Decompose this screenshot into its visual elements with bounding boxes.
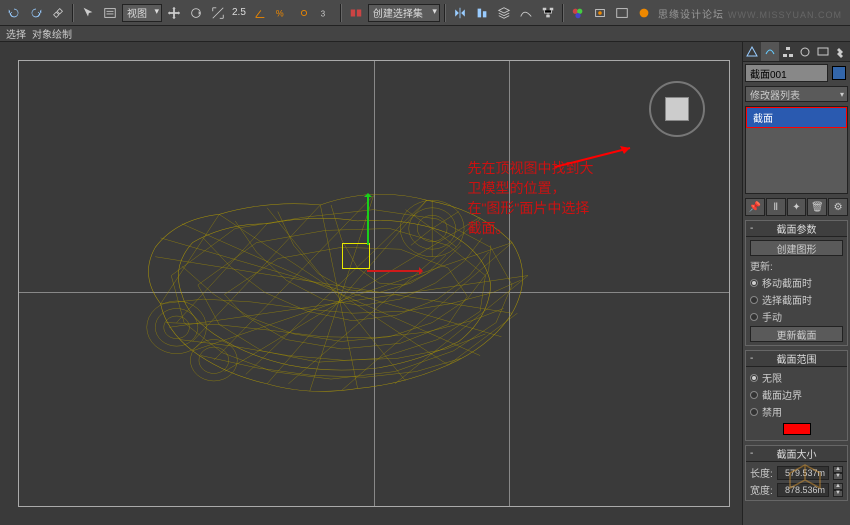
gizmo-y-axis[interactable]	[367, 195, 369, 245]
svg-text:%: %	[276, 8, 284, 18]
svg-text:3: 3	[321, 9, 326, 18]
rollout-header[interactable]: 截面参数	[746, 221, 847, 237]
spin-up-icon[interactable]: ▲	[833, 483, 843, 490]
viewport-top[interactable]	[18, 60, 730, 507]
select-name-icon[interactable]	[100, 3, 120, 23]
section-gizmo-rect[interactable]	[342, 243, 370, 269]
radio-on-select[interactable]: 选择截面时	[750, 292, 843, 307]
spin-up-icon[interactable]: ▲	[833, 466, 843, 473]
align-icon[interactable]	[472, 3, 492, 23]
selection-set-dropdown[interactable]: 创建选择集	[368, 4, 440, 22]
radio-manual[interactable]: 手动	[750, 309, 843, 324]
gizmo-x-axis[interactable]	[367, 270, 421, 272]
move-icon[interactable]	[164, 3, 184, 23]
create-shape-button[interactable]: 创建图形	[750, 240, 843, 256]
modifier-list-dropdown[interactable]: 修改器列表	[745, 86, 848, 102]
render-icon[interactable]	[634, 3, 654, 23]
show-end-icon[interactable]: Ⅱ	[766, 198, 786, 216]
object-name-field[interactable]: 截面001	[745, 64, 828, 82]
tab-modify[interactable]	[761, 42, 779, 61]
tab-create[interactable]	[743, 42, 761, 61]
subbar-select[interactable]: 选择	[6, 26, 26, 41]
stack-buttons: 📌 Ⅱ ✦ 🗑 ⚙	[745, 198, 848, 216]
radio-on-move[interactable]: 移动截面时	[750, 275, 843, 290]
pin-stack-icon[interactable]: 📌	[745, 198, 765, 216]
snap-toggle-icon[interactable]	[294, 3, 314, 23]
rollout-section-params: 截面参数 创建图形 更新: 移动截面时 选择截面时 手动 更新截面	[745, 220, 848, 346]
link-icon[interactable]	[48, 3, 68, 23]
update-group-label: 更新:	[750, 258, 843, 273]
mirror-icon[interactable]	[450, 3, 470, 23]
modifier-stack-item[interactable]: 截面	[746, 107, 847, 128]
scale-icon[interactable]	[208, 3, 228, 23]
width-label: 宽度:	[750, 482, 773, 497]
subbar-paint[interactable]: 对象绘制	[32, 26, 72, 41]
render-frame-icon[interactable]	[612, 3, 632, 23]
undo-icon[interactable]	[4, 3, 24, 23]
tab-hierarchy[interactable]	[779, 42, 797, 61]
radio-section-boundary[interactable]: 截面边界	[750, 387, 843, 402]
watermark: 思缘设计论坛WWW.MISSYUAN.COM	[658, 6, 842, 21]
corner-watermark-icon	[780, 453, 830, 503]
viewcube[interactable]	[649, 81, 705, 137]
spinner-value: 2.5	[232, 7, 246, 18]
radio-infinite[interactable]: 无限	[750, 370, 843, 385]
update-section-button[interactable]: 更新截面	[750, 326, 843, 342]
spin-down-icon[interactable]: ▼	[833, 473, 843, 480]
snap-3d-icon[interactable]: 3	[316, 3, 336, 23]
named-sel-icon[interactable]	[346, 3, 366, 23]
length-label: 长度:	[750, 465, 773, 480]
command-tabs	[743, 42, 850, 62]
material-icon[interactable]	[568, 3, 588, 23]
modifier-stack[interactable]: 截面	[745, 106, 848, 194]
select-icon[interactable]	[78, 3, 98, 23]
tutorial-arrow	[550, 142, 640, 172]
rollout-section-extent: 截面范围 无限 截面边界 禁用	[745, 350, 848, 441]
section-color-swatch[interactable]	[783, 423, 811, 435]
snap-percent-icon[interactable]: %	[272, 3, 292, 23]
curve-editor-icon[interactable]	[516, 3, 536, 23]
rotate-icon[interactable]	[186, 3, 206, 23]
spin-down-icon[interactable]: ▼	[833, 490, 843, 497]
remove-mod-icon[interactable]: 🗑	[807, 198, 827, 216]
tab-utilities[interactable]	[832, 42, 850, 61]
view-dropdown[interactable]: 视图	[122, 4, 162, 22]
tab-motion[interactable]	[796, 42, 814, 61]
rollout-header[interactable]: 截面范围	[746, 351, 847, 367]
redo-icon[interactable]	[26, 3, 46, 23]
object-color-swatch[interactable]	[832, 66, 846, 80]
tab-display[interactable]	[814, 42, 832, 61]
radio-off[interactable]: 禁用	[750, 404, 843, 419]
unique-icon[interactable]: ✦	[787, 198, 807, 216]
schematic-icon[interactable]	[538, 3, 558, 23]
render-setup-icon[interactable]	[590, 3, 610, 23]
snap-angle-icon[interactable]	[250, 3, 270, 23]
layers-icon[interactable]	[494, 3, 514, 23]
configure-icon[interactable]: ⚙	[828, 198, 848, 216]
sub-toolbar: 选择 对象绘制	[0, 26, 850, 42]
